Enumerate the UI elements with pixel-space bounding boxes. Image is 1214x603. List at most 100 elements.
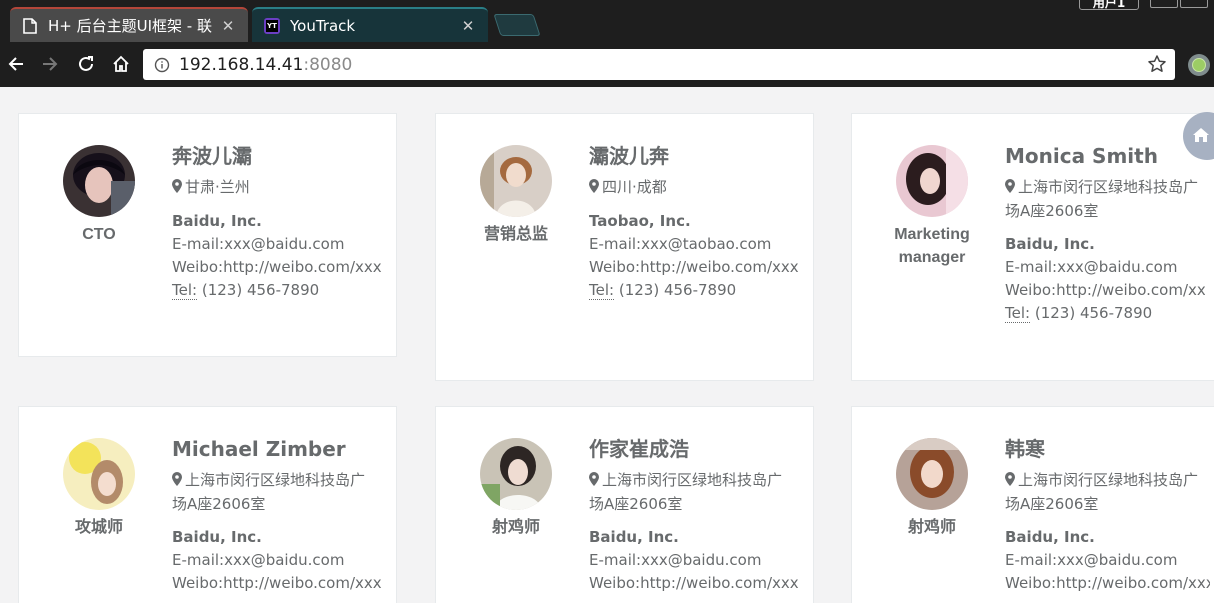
tab-title: YouTrack [290, 16, 356, 35]
map-marker-icon [172, 177, 182, 200]
tab-title: H+ 后台主题UI框架 - 联 [48, 17, 212, 35]
avatar[interactable] [63, 438, 135, 510]
location-text: 上海市闵行区绿地科技岛广场A座2606室 [1005, 178, 1199, 220]
contact-card[interactable]: 射鸡师 韩寒 上海市闵行区绿地科技岛广场A座2606室 Baidu, Inc. … [851, 406, 1214, 603]
reload-icon[interactable] [73, 51, 99, 77]
contact-info: 韩寒 上海市闵行区绿地科技岛广场A座2606室 Baidu, Inc. E-ma… [1005, 435, 1210, 595]
new-tab-button[interactable] [493, 14, 541, 36]
contact-weibo: Weibo:http://weibo.com/xxx [1005, 574, 1210, 592]
contact-tel: Tel: (123) 456-7890 [172, 279, 412, 302]
contact-name: 灞波儿奔 [589, 144, 669, 168]
home-icon [1193, 127, 1209, 146]
avatar[interactable] [896, 438, 968, 510]
url-port: :8080 [303, 54, 353, 75]
contact-role: CTO [82, 226, 116, 243]
map-marker-icon [589, 470, 599, 493]
youtrack-icon: YT [264, 17, 280, 34]
contact-weibo: Weibo:http://weibo.com/xxx [172, 574, 382, 592]
contact-info: 奔波儿灞 甘肃·兰州 Baidu, Inc. E-mail:xxx@baidu.… [172, 142, 412, 302]
tel-value: (123) 456-7890 [614, 281, 737, 299]
contact-company: Taobao, Inc. [589, 212, 691, 230]
forward-arrow-icon[interactable] [37, 51, 63, 77]
contact-email: E-mail:xxx@baidu.com [172, 551, 345, 569]
location-text: 上海市闵行区绿地科技岛广场A座2606室 [1005, 471, 1199, 513]
address-bar[interactable]: 192.168.14.41:8080 [143, 49, 1175, 80]
contact-name: 韩寒 [1005, 437, 1045, 461]
contact-weibo: Weibo:http://weibo.com/xxx [589, 574, 799, 592]
contact-company: Baidu, Inc. [1005, 235, 1095, 253]
contact-location: 四川·成都 [589, 176, 809, 200]
location-text: 甘肃·兰州 [185, 178, 250, 196]
avatar[interactable] [63, 145, 135, 217]
contact-card[interactable]: Marketing manager Monica Smith 上海市闵行区绿地科… [851, 113, 1214, 381]
extension-icon[interactable] [1188, 54, 1210, 76]
map-marker-icon [1005, 470, 1015, 493]
contact-email: E-mail:xxx@baidu.com [1005, 551, 1178, 569]
contact-role: 营销总监 [483, 226, 548, 243]
contact-role: 射鸡师 [907, 519, 956, 536]
browser-titlebar: H+ 后台主题UI框架 - 联 ✕ YT YouTrack ✕ 用户1 [0, 0, 1214, 42]
contact-info: Michael Zimber 上海市闵行区绿地科技岛广场A座2606室 Baid… [172, 435, 412, 595]
avatar-column: 射鸡师 [436, 438, 596, 539]
map-marker-icon [172, 470, 182, 493]
contact-company: Baidu, Inc. [172, 212, 262, 230]
contact-location: 上海市闵行区绿地科技岛广场A座2606室 [589, 469, 789, 516]
contact-tel: Tel: (123) 456-7890 [1005, 302, 1205, 325]
url-host: 192.168.14.41 [179, 54, 304, 75]
contact-name: Michael Zimber [172, 437, 346, 461]
contact-role: Marketing manager [894, 226, 970, 266]
location-text: 上海市闵行区绿地科技岛广场A座2606室 [172, 471, 366, 513]
location-text: 四川·成都 [602, 178, 667, 196]
avatar-column: Marketing manager [852, 145, 1012, 269]
contact-company: Baidu, Inc. [589, 528, 679, 546]
avatar[interactable] [896, 145, 968, 217]
contact-company: Baidu, Inc. [172, 528, 262, 546]
close-icon[interactable]: ✕ [460, 17, 476, 35]
contact-name: 作家崔成浩 [589, 437, 689, 461]
contact-weibo: Weibo:http://weibo.com/xxx [1005, 281, 1205, 299]
browser-tab-2[interactable]: YT YouTrack ✕ [252, 7, 488, 42]
contact-email: E-mail:xxx@taobao.com [589, 235, 772, 253]
avatar[interactable] [480, 145, 552, 217]
avatar[interactable] [480, 438, 552, 510]
back-arrow-icon[interactable] [3, 51, 29, 77]
contact-card[interactable]: CTO 奔波儿灞 甘肃·兰州 Baidu, Inc. E-mail:xxx@ba… [18, 113, 397, 357]
contact-info: Monica Smith 上海市闵行区绿地科技岛广场A座2606室 Baidu,… [1005, 142, 1205, 325]
contact-location: 上海市闵行区绿地科技岛广场A座2606室 [1005, 469, 1205, 516]
contact-email: E-mail:xxx@baidu.com [589, 551, 762, 569]
contact-card[interactable]: 攻城师 Michael Zimber 上海市闵行区绿地科技岛广场A座2606室 … [18, 406, 397, 603]
tel-value: (123) 456-7890 [197, 281, 320, 299]
info-icon[interactable] [153, 56, 171, 74]
contact-email: E-mail:xxx@baidu.com [1005, 258, 1178, 276]
maximize-button[interactable] [1180, 0, 1208, 8]
contact-weibo: Weibo:http://weibo.com/xxx [589, 258, 799, 276]
contact-info: 作家崔成浩 上海市闵行区绿地科技岛广场A座2606室 Baidu, Inc. E… [589, 435, 809, 595]
contact-location: 上海市闵行区绿地科技岛广场A座2606室 [1005, 176, 1205, 223]
profile-button[interactable]: 用户1 [1079, 0, 1139, 10]
tel-label: Tel: [1005, 304, 1031, 323]
contact-weibo: Weibo:http://weibo.com/xxx [172, 258, 382, 276]
contact-role: 射鸡师 [491, 519, 540, 536]
avatar-column: 营销总监 [436, 145, 596, 246]
contact-company: Baidu, Inc. [1005, 528, 1095, 546]
home-icon[interactable] [108, 51, 134, 77]
contact-location: 甘肃·兰州 [172, 176, 412, 200]
contact-name: Monica Smith [1005, 144, 1158, 168]
contact-info: 灞波儿奔 四川·成都 Taobao, Inc. E-mail:xxx@taoba… [589, 142, 809, 302]
contact-name: 奔波儿灞 [172, 144, 252, 168]
star-icon[interactable] [1147, 54, 1167, 74]
contact-card[interactable]: 射鸡师 作家崔成浩 上海市闵行区绿地科技岛广场A座2606室 Baidu, In… [435, 406, 814, 603]
browser-tab-1[interactable]: H+ 后台主题UI框架 - 联 ✕ [10, 7, 248, 42]
tel-label: Tel: [172, 281, 198, 300]
tel-label: Tel: [589, 281, 615, 300]
contact-tel: Tel: (123) 456-7890 [589, 279, 809, 302]
avatar-column: 射鸡师 [852, 438, 1012, 539]
map-marker-icon [589, 177, 599, 200]
avatar-column: CTO [19, 145, 179, 246]
contact-role: 攻城师 [74, 519, 123, 536]
contact-card[interactable]: 营销总监 灞波儿奔 四川·成都 Taobao, Inc. E-mail:xxx@… [435, 113, 814, 381]
close-icon[interactable]: ✕ [220, 17, 236, 35]
minimize-button[interactable] [1150, 0, 1178, 8]
contact-email: E-mail:xxx@baidu.com [172, 235, 345, 253]
url-text: 192.168.14.41:8080 [179, 55, 352, 75]
